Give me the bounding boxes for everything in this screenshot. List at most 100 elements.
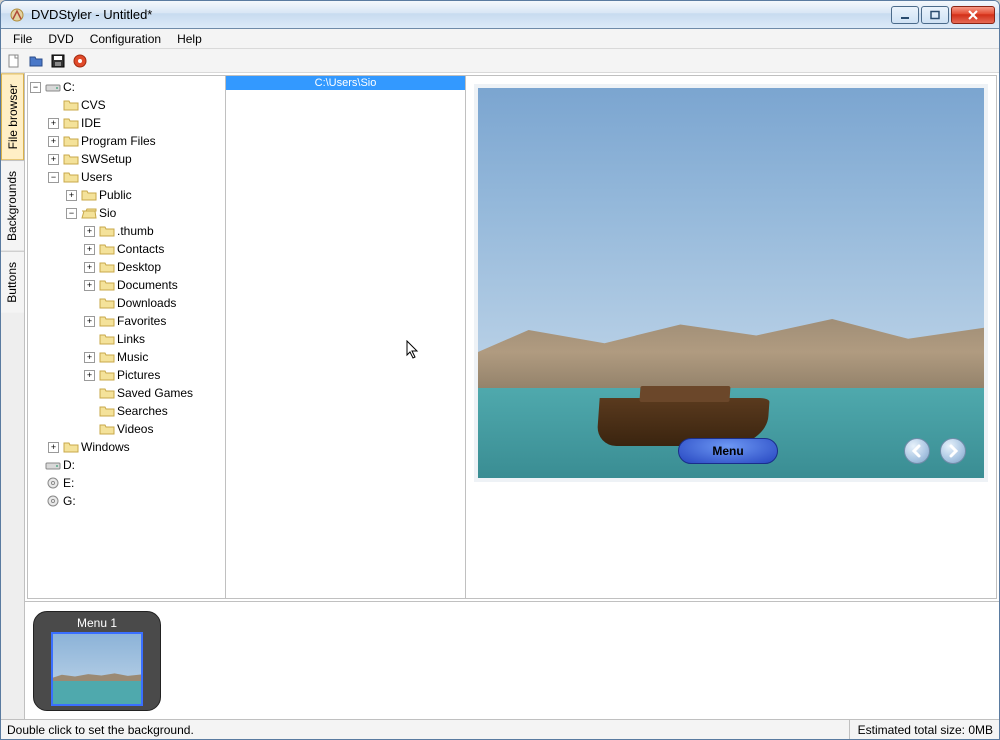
preview-frame[interactable]: Menu <box>474 84 988 482</box>
folder-swsetup[interactable]: +SWSetup <box>48 150 225 168</box>
collapse-icon[interactable]: − <box>66 208 77 219</box>
drive-c[interactable]: − C: <box>30 78 225 96</box>
menu-configuration[interactable]: Configuration <box>82 30 169 48</box>
window-title: DVDStyler - Untitled* <box>31 7 152 22</box>
folder-icon <box>63 170 79 184</box>
save-button[interactable] <box>49 52 67 70</box>
folder-icon <box>99 224 115 238</box>
folder-icon <box>99 386 115 400</box>
main-panel: − C: CVS +IDE +Program Files +SWSetup <box>25 73 999 719</box>
folder-cvs[interactable]: CVS <box>48 96 225 114</box>
folder-icon <box>63 134 79 148</box>
tab-file-browser[interactable]: File browser <box>1 73 24 160</box>
tab-backgrounds[interactable]: Backgrounds <box>1 160 24 251</box>
drive-d[interactable]: D: <box>30 456 225 474</box>
folder-icon <box>81 188 97 202</box>
folder-icon <box>99 350 115 364</box>
menu-thumbnail-label: Menu 1 <box>77 616 117 630</box>
tab-buttons[interactable]: Buttons <box>1 251 24 313</box>
open-button[interactable] <box>27 52 45 70</box>
folder-icon <box>99 260 115 274</box>
expand-icon[interactable]: + <box>84 262 95 273</box>
timeline-strip[interactable]: Menu 1 <box>25 601 999 719</box>
folder-pictures[interactable]: +Pictures <box>84 366 225 384</box>
folder-saved-games[interactable]: Saved Games <box>84 384 225 402</box>
menu-thumbnail[interactable]: Menu 1 <box>33 611 161 711</box>
folder-windows[interactable]: +Windows <box>48 438 225 456</box>
folder-icon <box>63 98 79 112</box>
menu-preview[interactable]: Menu <box>478 88 984 478</box>
folder-searches[interactable]: Searches <box>84 402 225 420</box>
folder-sio[interactable]: −Sio <box>66 204 225 222</box>
menu-dvd[interactable]: DVD <box>40 30 81 48</box>
folder-open-icon <box>81 206 97 220</box>
folder-program-files[interactable]: +Program Files <box>48 132 225 150</box>
folder-contacts[interactable]: +Contacts <box>84 240 225 258</box>
toolbar <box>1 49 999 73</box>
expand-icon[interactable]: + <box>84 316 95 327</box>
folder-users[interactable]: −Users <box>48 168 225 186</box>
expand-icon[interactable]: + <box>84 280 95 291</box>
folder-videos[interactable]: Videos <box>84 420 225 438</box>
folder-icon <box>99 242 115 256</box>
folder-thumb[interactable]: +.thumb <box>84 222 225 240</box>
dvd-menu-button[interactable]: Menu <box>678 438 778 464</box>
path-bar: C:\Users\Sio <box>226 76 465 90</box>
folder-links[interactable]: Links <box>84 330 225 348</box>
new-button[interactable] <box>5 52 23 70</box>
expand-icon[interactable]: + <box>48 442 59 453</box>
drive-label: C: <box>63 78 75 96</box>
cd-drive-icon <box>45 494 61 508</box>
expand-icon[interactable]: + <box>48 118 59 129</box>
folder-icon <box>63 116 79 130</box>
folder-icon <box>99 368 115 382</box>
expand-icon[interactable]: + <box>48 154 59 165</box>
drive-e[interactable]: E: <box>30 474 225 492</box>
folder-music[interactable]: +Music <box>84 348 225 366</box>
status-right: Estimated total size: 0MB <box>849 720 993 739</box>
cd-drive-icon <box>45 476 61 490</box>
drive-icon <box>45 80 61 94</box>
folder-icon <box>99 332 115 346</box>
drive-icon <box>45 458 61 472</box>
collapse-icon[interactable]: − <box>30 82 41 93</box>
expand-icon[interactable]: + <box>84 352 95 363</box>
folder-icon <box>99 278 115 292</box>
minimize-button[interactable] <box>891 6 919 24</box>
menu-file[interactable]: File <box>5 30 40 48</box>
file-list-pane: C:\Users\Sio <box>226 76 466 598</box>
file-list-body[interactable] <box>226 90 465 598</box>
folder-icon <box>99 296 115 310</box>
titlebar: DVDStyler - Untitled* <box>1 1 999 29</box>
folder-desktop[interactable]: +Desktop <box>84 258 225 276</box>
burn-button[interactable] <box>71 52 89 70</box>
maximize-button[interactable] <box>921 6 949 24</box>
statusbar: Double click to set the background. Esti… <box>1 719 999 739</box>
folder-downloads[interactable]: Downloads <box>84 294 225 312</box>
folder-icon <box>99 314 115 328</box>
drive-g[interactable]: G: <box>30 492 225 510</box>
expand-icon[interactable]: + <box>84 370 95 381</box>
expand-icon[interactable]: + <box>84 244 95 255</box>
expand-icon[interactable]: + <box>48 136 59 147</box>
folder-icon <box>99 404 115 418</box>
collapse-icon[interactable]: − <box>48 172 59 183</box>
close-button[interactable] <box>951 6 995 24</box>
folder-tree[interactable]: − C: CVS +IDE +Program Files +SWSetup <box>30 78 225 510</box>
folder-favorites[interactable]: +Favorites <box>84 312 225 330</box>
nav-prev-button[interactable] <box>904 438 930 464</box>
folder-public[interactable]: +Public <box>66 186 225 204</box>
expand-icon[interactable]: + <box>66 190 77 201</box>
folder-icon <box>63 440 79 454</box>
nav-next-button[interactable] <box>940 438 966 464</box>
folder-icon <box>99 422 115 436</box>
folder-documents[interactable]: +Documents <box>84 276 225 294</box>
menu-help[interactable]: Help <box>169 30 210 48</box>
side-tabs: File browser Backgrounds Buttons <box>1 73 25 719</box>
folder-ide[interactable]: +IDE <box>48 114 225 132</box>
tree-pane: − C: CVS +IDE +Program Files +SWSetup <box>28 76 226 598</box>
folder-icon <box>63 152 79 166</box>
cursor-icon <box>406 340 420 360</box>
preview-pane: Menu <box>466 76 996 598</box>
expand-icon[interactable]: + <box>84 226 95 237</box>
